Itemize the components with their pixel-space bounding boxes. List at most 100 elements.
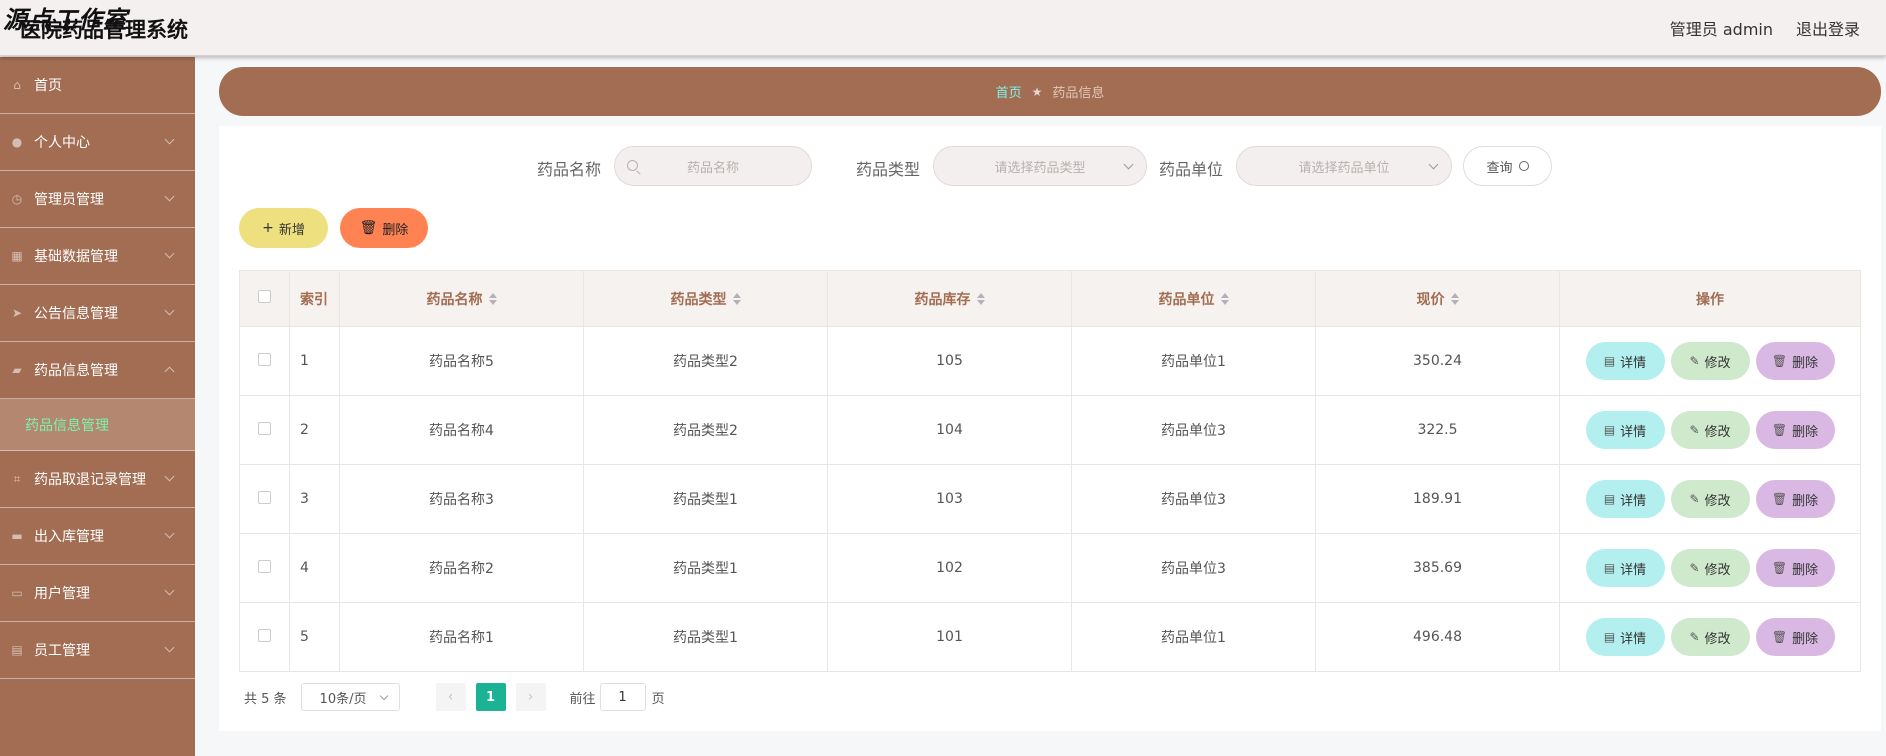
- bulk-delete-button[interactable]: 🗑 删除: [340, 208, 428, 248]
- next-page-button[interactable]: ›: [515, 683, 546, 711]
- name-search-input[interactable]: 药品名称: [614, 146, 812, 186]
- unit-select[interactable]: 请选择药品单位: [1236, 146, 1452, 186]
- top-header: 医院药品管理系统 管理员 admin 退出登录: [0, 0, 1886, 56]
- row-select-cell: [239, 326, 290, 396]
- detail-button[interactable]: ▤ 详情: [1585, 618, 1665, 656]
- edit-button[interactable]: ✎ 修改: [1670, 342, 1750, 380]
- cell-price: 385.69: [1315, 533, 1560, 603]
- current-user: 管理员 admin: [1669, 20, 1773, 39]
- sidebar-item[interactable]: ⌂ 首页: [0, 57, 195, 114]
- col-name[interactable]: 药品名称: [339, 270, 584, 327]
- sort-icon[interactable]: [1220, 292, 1229, 305]
- pencil-icon: ✎: [1689, 630, 1700, 644]
- cell-type: 药品类型1: [583, 602, 828, 672]
- delete-button[interactable]: 🗑 删除: [1755, 549, 1835, 587]
- row-checkbox[interactable]: [258, 352, 271, 366]
- chevron-down-icon: [1428, 159, 1439, 170]
- detail-button[interactable]: ▤ 详情: [1585, 480, 1665, 518]
- sidebar-item-label: 个人中心: [34, 135, 90, 151]
- delete-button[interactable]: 🗑 删除: [1755, 618, 1835, 656]
- row-checkbox[interactable]: [258, 490, 271, 504]
- cell-stock: 101: [827, 602, 1072, 672]
- cell-price: 496.48: [1315, 602, 1560, 672]
- detail-button[interactable]: ▤ 详情: [1585, 342, 1665, 380]
- cell-unit: 药品单位1: [1071, 326, 1316, 396]
- sidebar-item[interactable]: ⌗ 药品取退记录管理: [0, 451, 195, 508]
- edit-button[interactable]: ✎ 修改: [1670, 549, 1750, 587]
- cell-stock: 104: [827, 395, 1072, 465]
- sidebar-item[interactable]: ▬ 出入库管理: [0, 508, 195, 565]
- page-number-current[interactable]: 1: [475, 683, 506, 711]
- cell-type: 药品类型1: [583, 533, 828, 603]
- goto-page-input[interactable]: 1: [599, 683, 646, 711]
- pencil-icon: ✎: [1689, 492, 1700, 506]
- sort-icon[interactable]: [488, 292, 497, 305]
- sidebar-item[interactable]: ▰ 药品信息管理: [0, 342, 195, 399]
- sidebar-item-label: 用户管理: [34, 586, 90, 602]
- col-unit[interactable]: 药品单位: [1071, 270, 1316, 327]
- edit-button[interactable]: ✎ 修改: [1670, 480, 1750, 518]
- sidebar-item-label: 员工管理: [34, 643, 90, 659]
- prev-page-button[interactable]: ‹: [435, 683, 466, 711]
- row-select-cell: [239, 533, 290, 603]
- cell-actions: ▤ 详情 ✎ 修改 🗑 删除: [1559, 464, 1861, 534]
- plus-icon: +: [262, 220, 274, 236]
- add-label: 新增: [278, 222, 305, 238]
- cell-unit: 药品单位1: [1071, 602, 1316, 672]
- home-icon: ⌂: [13, 78, 21, 92]
- row-checkbox[interactable]: [258, 628, 271, 642]
- chevron-down-icon: [164, 585, 175, 596]
- select-all-cell: [239, 270, 290, 327]
- detail-button[interactable]: ▤ 详情: [1585, 549, 1665, 587]
- select-all-checkbox[interactable]: [258, 290, 271, 303]
- page-suffix: 页: [651, 691, 665, 707]
- row-select-cell: [239, 602, 290, 672]
- page-size-select[interactable]: 10条/页: [300, 683, 400, 711]
- edit-button[interactable]: ✎ 修改: [1670, 411, 1750, 449]
- trash-icon: 🗑: [1771, 630, 1788, 644]
- delete-button[interactable]: 🗑 删除: [1755, 480, 1835, 518]
- edit-button[interactable]: ✎ 修改: [1670, 618, 1750, 656]
- delete-button[interactable]: 🗑 删除: [1755, 411, 1835, 449]
- detail-button[interactable]: ▤ 详情: [1585, 411, 1665, 449]
- sidebar-item[interactable]: ▦ 基础数据管理: [0, 228, 195, 285]
- sidebar-subitem-active[interactable]: 药品信息管理: [0, 399, 195, 451]
- trash-icon: 🗑: [1771, 423, 1788, 437]
- name-label: 药品名称: [537, 160, 602, 179]
- cell-index: 2: [289, 395, 340, 465]
- chevron-down-icon: [164, 134, 175, 145]
- cell-type: 药品类型2: [583, 395, 828, 465]
- add-button[interactable]: + 新增: [239, 208, 328, 248]
- sidebar-item[interactable]: ▤ 员工管理: [0, 622, 195, 679]
- cell-actions: ▤ 详情 ✎ 修改 🗑 删除: [1559, 395, 1861, 465]
- breadcrumb-current: 药品信息: [1052, 86, 1105, 101]
- pencil-icon: ✎: [1689, 354, 1700, 368]
- search-form: 药品名称 药品名称 药品类型 请选择药品类型 药品单位 请选择药品单位 查询: [219, 146, 1881, 186]
- row-checkbox[interactable]: [258, 559, 271, 573]
- sort-icon[interactable]: [976, 292, 985, 305]
- col-type[interactable]: 药品类型: [583, 270, 828, 327]
- sort-icon[interactable]: [1450, 292, 1459, 305]
- sidebar-item[interactable]: ➤ 公告信息管理: [0, 285, 195, 342]
- cell-price: 189.91: [1315, 464, 1560, 534]
- breadcrumb-home-link[interactable]: 首页: [996, 82, 1022, 101]
- sidebar-item[interactable]: ◷ 管理员管理: [0, 171, 195, 228]
- row-checkbox[interactable]: [258, 421, 271, 435]
- total-count: 共 5 条: [244, 691, 287, 707]
- sort-icon[interactable]: [732, 292, 741, 305]
- search-icon: [1518, 161, 1529, 171]
- sidebar-item[interactable]: ● 个人中心: [0, 114, 195, 171]
- query-label: 查询: [1486, 160, 1513, 176]
- grid-icon: ▦: [11, 249, 23, 263]
- sidebar-item[interactable]: ▭ 用户管理: [0, 565, 195, 622]
- type-select[interactable]: 请选择药品类型: [933, 146, 1147, 186]
- logout-link[interactable]: 退出登录: [1796, 16, 1860, 40]
- cell-actions: ▤ 详情 ✎ 修改 🗑 删除: [1559, 533, 1861, 603]
- col-stock[interactable]: 药品库存: [827, 270, 1072, 327]
- cell-type: 药品类型2: [583, 326, 828, 396]
- cell-type: 药品类型1: [583, 464, 828, 534]
- col-price[interactable]: 现价: [1315, 270, 1560, 327]
- query-button[interactable]: 查询: [1463, 146, 1552, 186]
- delete-button[interactable]: 🗑 删除: [1755, 342, 1835, 380]
- table-row: 1 药品名称5 药品类型2 105 药品单位1 350.24 ▤ 详情 ✎ 修改 🗑 删除: [239, 326, 1861, 396]
